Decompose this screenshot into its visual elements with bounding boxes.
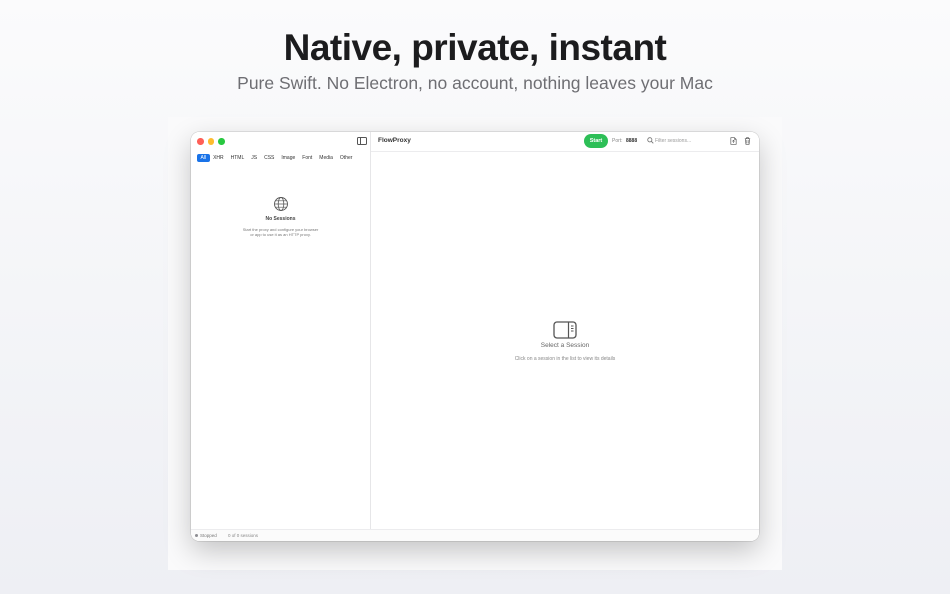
session-count: 0 of 0 sessions bbox=[228, 532, 259, 538]
filter-tab-image[interactable]: Image bbox=[278, 154, 299, 162]
zoom-window-button[interactable] bbox=[218, 138, 225, 145]
start-proxy-button[interactable]: Start bbox=[584, 134, 608, 148]
filter-tab-all[interactable]: All bbox=[197, 154, 210, 162]
no-sessions-description: Start the proxy and configure your brows… bbox=[191, 227, 370, 237]
close-window-button[interactable] bbox=[197, 138, 204, 145]
filter-tabs: All XHR HTML JS CSS Image Font Media Oth… bbox=[197, 154, 356, 162]
sidebar: All XHR HTML JS CSS Image Font Media Oth… bbox=[191, 132, 371, 530]
filter-tab-other[interactable]: Other bbox=[336, 154, 356, 162]
hero-subhead: Pure Swift. No Electron, no account, not… bbox=[237, 73, 713, 93]
filter-tab-font[interactable]: Font bbox=[299, 154, 316, 162]
select-session-description: Click on a session in the list to view i… bbox=[514, 356, 616, 362]
port-label: Port: bbox=[612, 138, 623, 144]
filter-tab-js[interactable]: JS bbox=[248, 154, 261, 162]
proxy-status-text: Stopped bbox=[200, 532, 217, 538]
no-sessions-title: No Sessions bbox=[265, 216, 296, 222]
no-sessions-placeholder: No Sessions Start the proxy and configur… bbox=[191, 196, 370, 237]
filter-tab-xhr[interactable]: XHR bbox=[210, 154, 228, 162]
main-toolbar: FlowProxy Start Port: 8888 bbox=[371, 132, 759, 152]
app-window: All XHR HTML JS CSS Image Font Media Oth… bbox=[191, 132, 759, 541]
minimize-window-button[interactable] bbox=[207, 138, 214, 145]
proxy-status-indicator bbox=[195, 534, 198, 537]
filter-tab-css[interactable]: CSS bbox=[261, 154, 278, 162]
status-bar: Stopped 0 of 0 sessions bbox=[191, 529, 759, 541]
window-controls bbox=[197, 138, 225, 145]
no-sessions-desc-line2: or app to use it as an HTTP proxy. bbox=[250, 232, 311, 237]
sidebar-toggle-icon[interactable] bbox=[357, 137, 367, 145]
app-title: FlowProxy bbox=[378, 137, 411, 144]
select-session-title: Select a Session bbox=[540, 342, 590, 349]
globe-icon bbox=[273, 197, 288, 211]
port-value[interactable]: 8888 bbox=[626, 138, 637, 144]
trash-icon[interactable] bbox=[744, 137, 751, 145]
sidebar-panel-icon bbox=[553, 321, 577, 339]
search-icon bbox=[647, 137, 654, 144]
filter-tab-html[interactable]: HTML bbox=[227, 154, 248, 162]
export-document-icon[interactable] bbox=[730, 137, 737, 145]
session-detail-placeholder: Select a Session Click on a session in t… bbox=[371, 321, 759, 362]
hero-headline: Native, private, instant bbox=[283, 27, 667, 68]
filter-sessions-input[interactable] bbox=[655, 136, 725, 146]
filter-tab-media[interactable]: Media bbox=[316, 154, 337, 162]
